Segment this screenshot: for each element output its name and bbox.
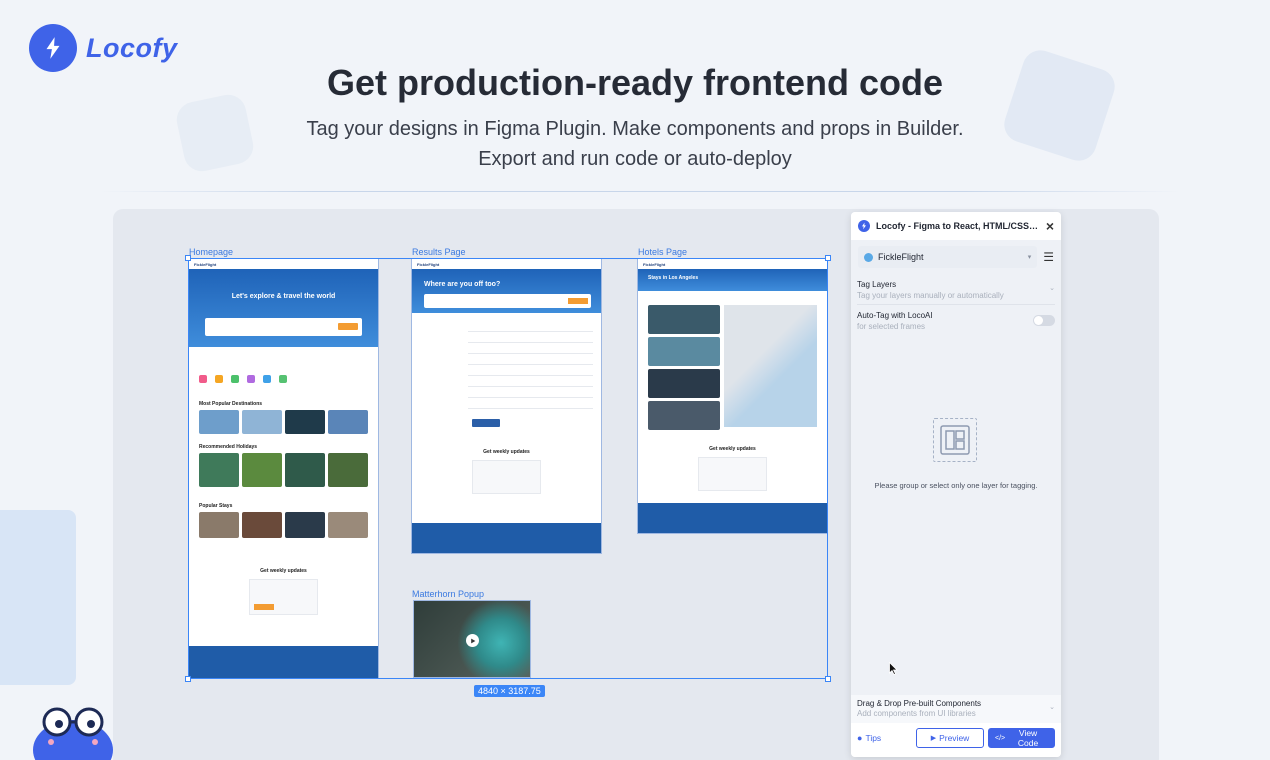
- layers-placeholder-icon: [933, 418, 977, 462]
- plugin-title: Locofy - Figma to React, HTML/CSS, N...: [876, 221, 1040, 231]
- close-icon[interactable]: ×: [1046, 219, 1054, 233]
- menu-icon[interactable]: ☰: [1043, 250, 1054, 264]
- drag-drop-title: Drag & Drop Pre-built Components: [857, 699, 982, 708]
- drag-drop-section[interactable]: Drag & Drop Pre-built Components Add com…: [851, 695, 1061, 723]
- preview-button[interactable]: ▶ Preview: [916, 728, 984, 748]
- hero-subtitle-line: Tag your designs in Figma Plugin. Make c…: [306, 118, 964, 140]
- selection-outline: [188, 258, 828, 679]
- mouse-cursor-icon: [889, 661, 898, 680]
- project-row: FickleFlight ▾ ☰: [858, 246, 1054, 268]
- project-dropdown[interactable]: FickleFlight ▾: [858, 246, 1038, 268]
- autotag-subtitle: for selected frames: [857, 322, 926, 331]
- project-globe-icon: [864, 252, 873, 262]
- frame-label-hotels[interactable]: Hotels Page: [638, 247, 687, 257]
- view-code-label: View Code: [1017, 728, 1039, 748]
- tag-layers-subtitle: Tag your layers manually or automaticall…: [857, 291, 1004, 300]
- hero-title: Get production-ready frontend code: [326, 62, 944, 103]
- brand-name: Locofy: [86, 32, 178, 63]
- plugin-actions: ● Tips ▶ Preview </> View Code: [851, 723, 1061, 753]
- frame-label-homepage[interactable]: Homepage: [189, 247, 233, 257]
- mascot-icon: [31, 700, 121, 760]
- plugin-footer: Drag & Drop Pre-built Components Add com…: [851, 695, 1061, 757]
- play-icon: ▶: [930, 735, 937, 742]
- drag-drop-subtitle: Add components from UI libraries: [857, 709, 976, 718]
- empty-state-message: Please group or select only one layer fo…: [874, 481, 1038, 490]
- selection-size-badge: 4840 × 3187.75: [474, 685, 545, 697]
- autotag-toggle[interactable]: [1033, 315, 1055, 326]
- background-shape: [0, 510, 76, 685]
- chevron-down-icon: ▾: [1027, 254, 1032, 261]
- autotag-title: Auto-Tag with LocoAI: [857, 311, 933, 320]
- view-code-button[interactable]: </> View Code: [988, 728, 1055, 748]
- hero-subtitle: Tag your designs in Figma Plugin. Make c…: [0, 114, 1270, 174]
- chevron-down-icon: ⌄: [1049, 704, 1055, 711]
- resize-handle[interactable]: [825, 676, 831, 682]
- divider: [100, 191, 1180, 192]
- lightbulb-icon: ●: [857, 733, 863, 743]
- tag-layers-section[interactable]: Tag Layers Tag your layers manually or a…: [851, 274, 1061, 304]
- locofy-plugin-panel: Locofy - Figma to React, HTML/CSS, N... …: [851, 212, 1061, 757]
- project-name: FickleFlight: [878, 252, 924, 262]
- tag-layers-title: Tag Layers: [857, 280, 897, 289]
- plugin-header: Locofy - Figma to React, HTML/CSS, N... …: [851, 212, 1061, 240]
- chevron-down-icon[interactable]: ⌄: [1049, 284, 1055, 292]
- hero-subtitle-line: Export and run code or auto-deploy: [478, 148, 792, 170]
- resize-handle[interactable]: [825, 255, 831, 261]
- resize-handle[interactable]: [185, 676, 191, 682]
- locofy-icon: [858, 220, 870, 232]
- tips-link[interactable]: ● Tips: [857, 733, 912, 743]
- autotag-section: Auto-Tag with LocoAI for selected frames: [851, 305, 1061, 335]
- tips-label: Tips: [865, 733, 882, 743]
- preview-label: Preview: [939, 733, 970, 743]
- resize-handle[interactable]: [185, 255, 191, 261]
- code-icon: </>: [995, 734, 1006, 742]
- frame-label-results[interactable]: Results Page: [412, 247, 466, 257]
